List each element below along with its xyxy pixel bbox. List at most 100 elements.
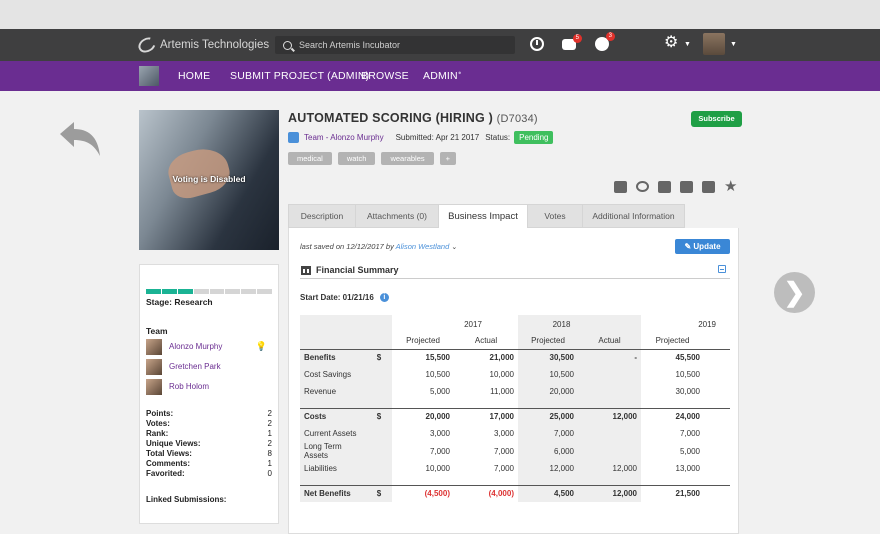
avatar <box>146 338 162 355</box>
row-label: Benefits <box>300 348 366 366</box>
admin-indicator-icon: ● <box>457 70 462 77</box>
table-cell <box>704 366 730 383</box>
tab-additional-information[interactable]: Additional Information <box>582 204 685 228</box>
globe-icon[interactable]: 3 <box>595 32 615 51</box>
row-label: Liabilities <box>300 460 366 477</box>
table-cell: 24,000 <box>641 407 704 425</box>
brand-logo[interactable]: Artemis Technologies <box>135 34 269 56</box>
collapse-icon[interactable] <box>718 265 726 273</box>
table-cell: 13,000 <box>675 464 700 473</box>
table-row: Long Term Assets 7,000 7,000 6,000 5,000 <box>300 442 730 460</box>
table-cell: 12,000 <box>578 460 641 477</box>
nav-browse[interactable]: BROWSE <box>361 70 409 82</box>
stage-segment <box>257 289 272 294</box>
table-cell: 12,000 <box>578 407 641 425</box>
last-saved-user[interactable]: Alison Westland <box>396 242 450 251</box>
nav-submit-project[interactable]: SUBMIT PROJECT (ADMIN) <box>230 70 369 82</box>
row-label: Revenue <box>300 383 366 400</box>
stage-segment <box>193 289 209 294</box>
table-cell <box>578 442 641 460</box>
tag-watch[interactable]: watch <box>337 152 376 165</box>
stat-total-views: Total Views: 8 <box>146 449 272 458</box>
stage-segment <box>225 289 241 294</box>
user-avatar[interactable] <box>703 33 725 55</box>
next-project-button[interactable]: ❯ <box>774 272 815 313</box>
project-thumbnail[interactable] <box>139 66 159 86</box>
tab-votes[interactable]: Votes <box>527 204 582 228</box>
stage-label: Stage: Research <box>146 297 213 307</box>
row-label: Costs <box>300 407 366 425</box>
table-cell: 30,500 <box>518 348 578 366</box>
team-icon <box>288 132 299 143</box>
chevron-down-icon[interactable]: ▼ <box>730 41 737 48</box>
tab-bar: Description Attachments (0) Business Imp… <box>288 204 739 228</box>
column-header-row: Projected Actual Projected Actual Projec… <box>300 333 730 349</box>
subscribe-button[interactable]: Subscribe <box>691 111 742 127</box>
table-cell: 45,500 <box>641 348 704 366</box>
start-date: Start Date: 01/21/16 i <box>300 293 389 302</box>
stats-list: Points: 2 Votes: 2 Rank: 1 Unique Views: 2 T… <box>146 409 272 479</box>
row-label: Net Benefits <box>300 484 366 502</box>
tab-description[interactable]: Description <box>288 204 355 228</box>
add-tag-button[interactable]: + <box>439 152 457 165</box>
table-cell: 5,000 <box>679 446 700 456</box>
table-cell: 15,500 <box>392 348 454 366</box>
table-cell: $ <box>366 484 392 502</box>
table-cell: 7,000 <box>679 429 700 438</box>
chat-icon[interactable]: 5 <box>562 34 582 50</box>
table-cell: 10,500 <box>675 370 700 379</box>
team-link[interactable]: Team - Alonzo Murphy <box>304 133 384 142</box>
tag-list: medical watch wearables + <box>288 152 457 165</box>
tab-business-impact[interactable]: Business Impact <box>438 204 527 228</box>
member-name[interactable]: Gretchen Park <box>169 362 221 371</box>
year-header: 2018 <box>518 315 641 333</box>
hide-icon[interactable] <box>636 181 649 192</box>
stage-segment <box>209 289 225 294</box>
table-cell <box>578 425 641 442</box>
stat-points: Points: 2 <box>146 409 272 418</box>
team-member[interactable]: Alonzo Murphy 💡 <box>146 337 272 356</box>
edit-icon[interactable] <box>614 181 627 193</box>
table-cell <box>704 460 730 477</box>
nav-home[interactable]: HOME <box>178 70 210 82</box>
submitted-date: Submitted: Apr 21 2017 <box>395 133 480 142</box>
table-cell: $ <box>366 348 392 366</box>
stat-unique-views: Unique Views: 2 <box>146 439 272 448</box>
nav-admin-label: ADMIN <box>423 70 458 82</box>
tag-medical[interactable]: medical <box>288 152 332 165</box>
nav-admin[interactable]: ADMIN● <box>423 70 462 82</box>
back-arrow-icon[interactable] <box>58 118 102 158</box>
team-member[interactable]: Rob Holom <box>146 377 272 396</box>
table-cell: 10,000 <box>489 370 514 379</box>
table-row: Current Assets 3,000 3,000 7,000 7,000 <box>300 425 730 442</box>
chevron-down-icon[interactable]: ▼ <box>684 41 691 48</box>
divider <box>300 278 730 279</box>
team-member[interactable]: Gretchen Park <box>146 357 272 376</box>
update-button[interactable]: ✎ Update <box>675 239 730 254</box>
table-cell: $ <box>366 407 392 425</box>
tab-attachments[interactable]: Attachments (0) <box>355 204 438 228</box>
table-cell: 5,000 <box>429 387 450 396</box>
stat-votes: Votes: 2 <box>146 419 272 428</box>
member-name[interactable]: Alonzo Murphy <box>169 342 222 351</box>
clock-icon[interactable] <box>530 37 544 51</box>
search-input[interactable] <box>299 40 499 50</box>
table-cell <box>704 425 730 442</box>
table-cell: 11,000 <box>490 387 514 396</box>
print-icon[interactable] <box>680 181 693 193</box>
chevron-down-icon[interactable]: ⌄ <box>451 244 457 251</box>
table-cell <box>704 442 730 460</box>
table-cell: - <box>578 348 641 366</box>
table-cell: 4,500 <box>518 484 578 502</box>
table-row: Net Benefits $ (4,500) (4,000) 4,500 12,000 21… <box>300 484 730 502</box>
flag-icon[interactable] <box>658 181 671 193</box>
table-cell: 10,000 <box>425 464 450 473</box>
info-icon[interactable]: i <box>379 293 389 302</box>
tag-wearables[interactable]: wearables <box>381 152 434 165</box>
gear-icon[interactable]: ⚙ <box>664 34 678 52</box>
star-icon[interactable]: ★ <box>724 179 737 194</box>
top-bar: Artemis Technologies 5 3 ⚙ ▼ ▼ <box>0 29 880 61</box>
table-cell: 25,000 <box>518 407 578 425</box>
email-icon[interactable] <box>702 181 715 193</box>
member-name[interactable]: Rob Holom <box>169 382 209 391</box>
